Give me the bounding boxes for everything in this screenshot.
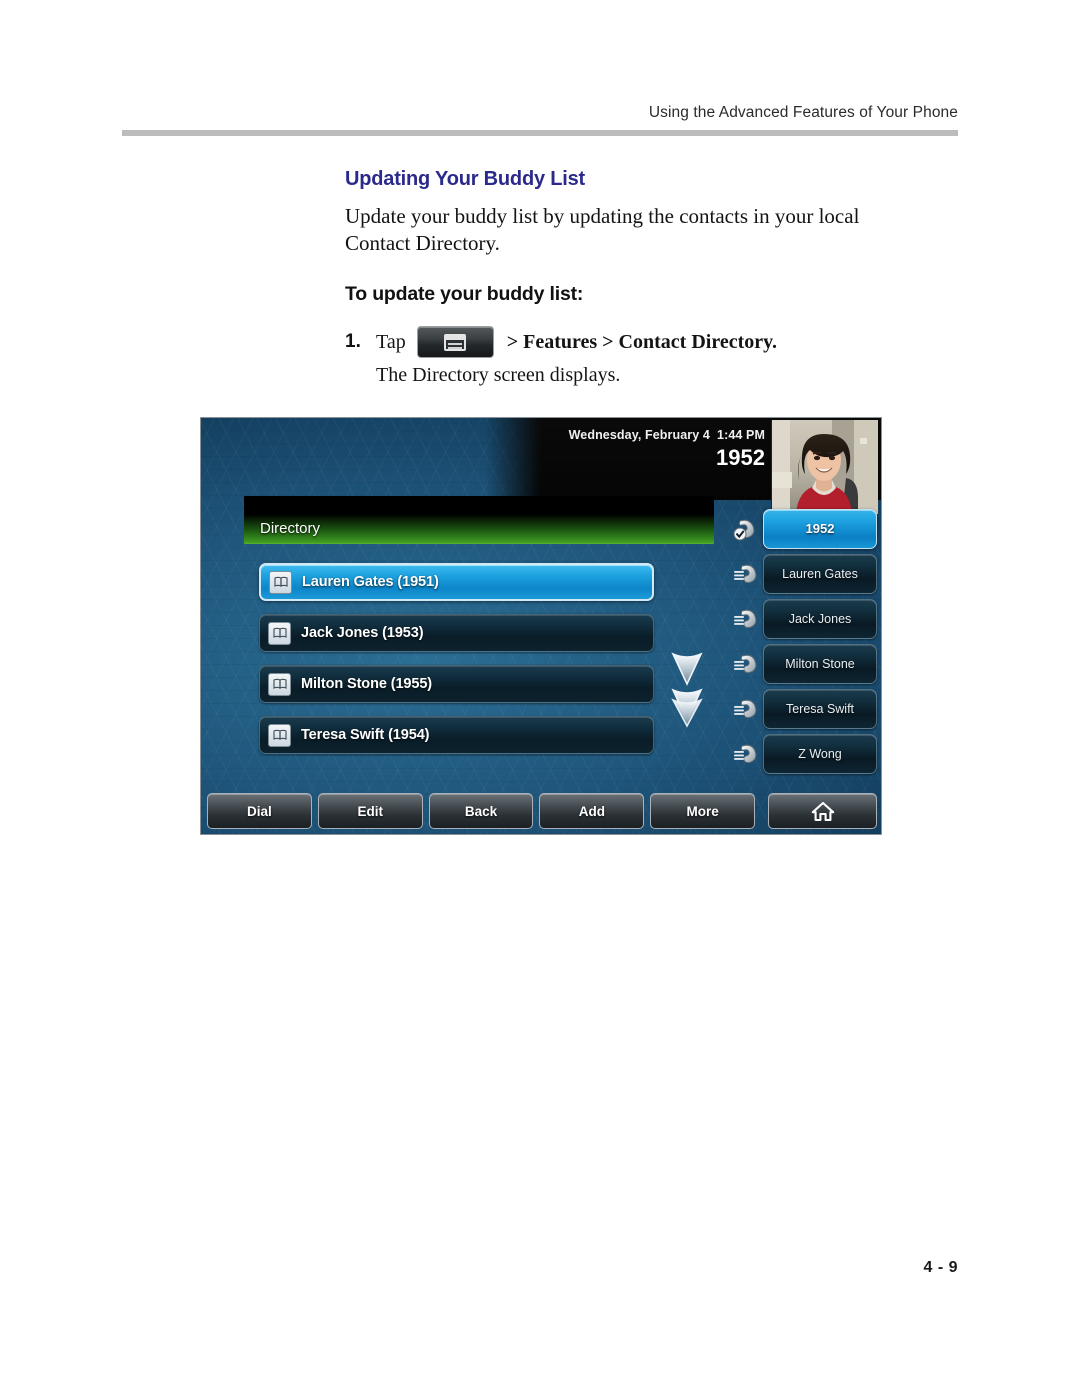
line-key-button[interactable]: Teresa Swift [763,688,877,729]
contact-list-item[interactable]: Milton Stone (1955) [259,665,654,703]
line-key-button[interactable]: Jack Jones [763,598,877,639]
contact-book-icon [268,723,291,747]
screen-title-banner: Directory [244,496,714,544]
step-result-text: The Directory screen displays. [376,364,621,386]
soft-key-bar: Dial Edit Back Add More [207,793,877,829]
line-key-label: Lauren Gates [782,566,858,581]
step-verb: Tap [376,330,406,353]
page-number: 4 - 9 [923,1259,958,1276]
page-title: Updating Your Buddy List [345,168,586,190]
status-date-time: Wednesday, February 4 1:44 PM [569,428,765,442]
soft-key-label: Dial [247,803,272,819]
handset-presence-icon [729,697,763,721]
soft-key-label: Back [464,803,498,819]
handset-presence-icon [729,607,763,631]
menu-glyph-icon [444,333,467,351]
double-chevron-down-icon[interactable] [667,650,707,728]
line-key-label: 1952 [805,521,835,536]
step-menu-path: > Features > Contact Directory. [506,330,778,353]
contact-book-icon [268,621,291,645]
handset-presence-icon [729,652,763,676]
soft-key-label: Edit [357,803,383,819]
soft-key-home[interactable] [768,793,877,829]
contact-name-label: Milton Stone (1955) [301,676,433,692]
phone-screen-figure: Wednesday, February 4 1:44 PM 1952 Direc… [200,417,882,835]
status-extension: 1952 [716,445,765,470]
line-key-label: Jack Jones [788,611,852,626]
screen-title-label: Directory [260,520,321,537]
line-key-row[interactable]: Lauren Gates [729,551,877,596]
home-icon [811,801,835,822]
soft-key-edit[interactable]: Edit [317,793,423,829]
contact-name-label: Lauren Gates (1951) [302,574,439,590]
procedure-step-1: 1. Tap > Features > Contact Directory. [345,326,905,358]
line-key-label: Milton Stone [785,656,855,671]
avatar-image [772,420,878,514]
line-key-row[interactable]: Milton Stone [729,641,877,686]
soft-key-add[interactable]: Add [539,793,645,829]
contact-book-icon [268,672,291,696]
line-key-row[interactable]: Teresa Swift [729,686,877,731]
line-key-panel: 1952 Lauren Gates Jack Jones Milton Ston… [729,506,877,776]
handset-registered-icon [729,517,763,541]
line-key-button[interactable]: Lauren Gates [763,553,877,594]
line-key-button[interactable]: Z Wong [763,733,877,774]
soft-key-back[interactable]: Back [428,793,534,829]
soft-key-more[interactable]: More [650,793,756,829]
soft-key-label: More [686,803,719,819]
contact-name-label: Jack Jones (1953) [301,625,424,641]
menu-home-key-icon [416,326,494,358]
step-number: 1. [345,331,361,352]
header-rule [122,130,958,136]
handset-presence-icon [729,742,763,766]
intro-paragraph: Update your buddy list by updating the c… [345,204,860,255]
line-key-row[interactable]: 1952 [729,506,877,551]
line-key-label: Teresa Swift [785,701,855,716]
status-date: Wednesday, February 4 [568,428,710,442]
line-key-button[interactable]: 1952 [763,508,877,549]
status-time: 1:44 PM [717,428,765,442]
line-key-label: Z Wong [798,746,842,761]
contact-book-icon [269,570,292,594]
line-key-row[interactable]: Z Wong [729,731,877,776]
handset-presence-icon [729,562,763,586]
soft-key-dial[interactable]: Dial [207,793,312,829]
contact-name-label: Teresa Swift (1954) [301,727,430,743]
procedure-heading: To update your buddy list: [345,283,584,305]
contact-list-item[interactable]: Teresa Swift (1954) [259,716,654,754]
contact-list-item[interactable]: Jack Jones (1953) [259,614,654,652]
user-photo-avatar [771,420,878,514]
line-key-button[interactable]: Milton Stone [763,643,877,684]
soft-key-label: Add [578,803,605,819]
contact-directory-list: Lauren Gates (1951) Jack Jones (1953) Mi… [259,563,654,767]
contact-list-item[interactable]: Lauren Gates (1951) [259,563,654,601]
line-key-row[interactable]: Jack Jones [729,596,877,641]
running-header: Using the Advanced Features of Your Phon… [648,104,958,121]
